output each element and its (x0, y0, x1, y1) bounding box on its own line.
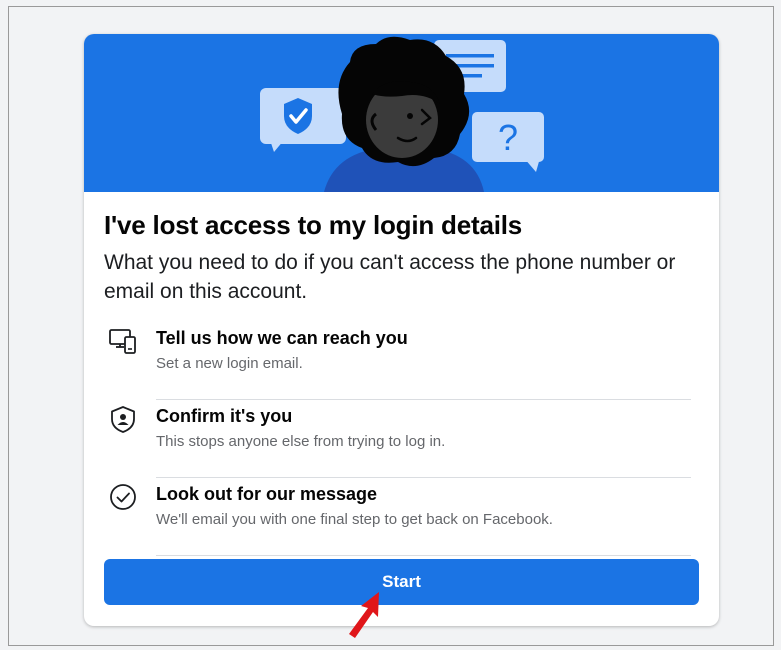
step-title: Tell us how we can reach you (156, 328, 408, 348)
recovery-card: ? I've lost access to my login details W… (84, 34, 719, 626)
shield-person-icon (111, 406, 135, 433)
check-circle-icon (110, 484, 136, 510)
step-title: Confirm it's you (156, 406, 293, 426)
start-button[interactable]: Start (104, 559, 699, 605)
step-confirm: Confirm it's you This stops anyone else … (108, 400, 691, 478)
step-description: This stops anyone else from trying to lo… (156, 433, 446, 450)
step-text: Confirm it's you This stops anyone else … (156, 404, 691, 478)
step-text: Tell us how we can reach you Set a new l… (156, 326, 691, 400)
steps-list: Tell us how we can reach you Set a new l… (108, 322, 691, 556)
page-title: I've lost access to my login details (104, 210, 523, 240)
step-message: Look out for our message We'll email you… (108, 478, 691, 556)
step-title: Look out for our message (156, 484, 378, 504)
shield-bubble-icon (260, 88, 346, 152)
red-arrow-annotation-icon (349, 592, 379, 638)
svg-text:?: ? (498, 117, 518, 158)
page-subtitle: What you need to do if you can't access … (104, 251, 676, 303)
question-bubble-icon: ? (472, 112, 544, 172)
step-description: Set a new login email. (156, 355, 303, 372)
step-description: We'll email you with one final step to g… (156, 511, 553, 528)
hero-illustration: ? (84, 34, 719, 192)
devices-icon (109, 329, 136, 354)
step-text: Look out for our message We'll email you… (156, 482, 691, 556)
step-reach-you: Tell us how we can reach you Set a new l… (108, 322, 691, 400)
hero-svg: ? (260, 36, 544, 192)
